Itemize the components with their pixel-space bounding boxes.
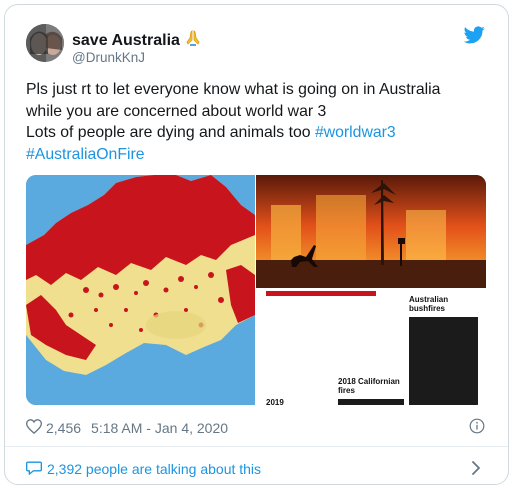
twitter-bird-icon[interactable] [464, 26, 485, 44]
avatar[interactable] [26, 24, 64, 62]
fire-map-image[interactable] [26, 175, 255, 405]
tweet-text: Pls just rt to let everyone know what is… [26, 79, 496, 165]
tweet-meta: 2,456 5:18 AM - Jan 4, 2020 [25, 419, 228, 437]
avatar-photo [26, 24, 64, 62]
hashtag-australiaonfire[interactable]: #AustraliaOnFire [26, 146, 145, 163]
tweet-text-line-2: while you are concerned about world war … [26, 102, 327, 120]
chevron-right-icon[interactable] [471, 461, 481, 475]
conversation-link[interactable]: 2,392 people are talking about this [26, 460, 261, 478]
talking-count-text: 2,392 people are talking about this [47, 461, 262, 477]
hashtag-worldwar3[interactable]: #worldwar3 [315, 124, 396, 141]
display-name-text: save Australia [72, 32, 180, 49]
like-count[interactable]: 2,456 [46, 420, 81, 436]
tweet-timestamp[interactable]: 5:18 AM - Jan 4, 2020 [91, 420, 228, 436]
tweet-text-line-3-text: Lots of people are dying and animals too [26, 124, 315, 141]
bushfire-photo[interactable] [256, 175, 486, 288]
fire-comparison-graphic[interactable]: Australian bushfires 2018 Californian fi… [256, 289, 486, 405]
divider [5, 446, 508, 447]
australia-map-graphic [26, 175, 255, 405]
speech-bubble-icon [26, 460, 42, 478]
info-icon[interactable] [469, 418, 485, 434]
tweet-card[interactable]: save Australia @DrunkKnJ Pls just rt to … [4, 4, 509, 485]
heart-icon[interactable] [25, 419, 43, 437]
praying-hands-icon [184, 29, 202, 52]
australian-bushfires-label: Australian bushfires [409, 295, 449, 313]
user-handle[interactable]: @DrunkKnJ [72, 50, 145, 65]
tweet-text-line-1: Pls just rt to let everyone know what is… [26, 81, 441, 98]
year-2019-label: 2019 [266, 398, 284, 405]
californian-fires-label: 2018 Californian fires [338, 377, 400, 395]
display-name[interactable]: save Australia [72, 29, 202, 52]
tweet-text-line-3: Lots of people are dying and animals too… [26, 122, 496, 144]
bushfire-photo-graphic [256, 175, 486, 288]
tweet-media[interactable]: Australian bushfires 2018 Californian fi… [26, 175, 486, 405]
